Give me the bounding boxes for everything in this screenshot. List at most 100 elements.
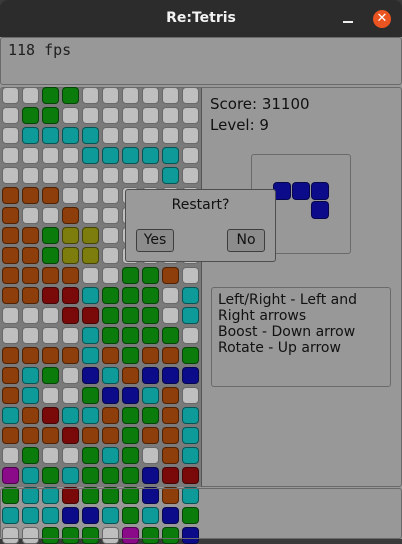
block-cell	[101, 446, 119, 464]
empty-cell	[181, 146, 199, 164]
block-cell	[61, 266, 79, 284]
empty-cell	[81, 166, 99, 184]
empty-cell	[61, 446, 79, 464]
empty-cell	[141, 166, 159, 184]
controls-help-text: Left/Right - Left and Right arrows Boost…	[218, 292, 357, 356]
empty-cell	[41, 446, 59, 464]
block-cell	[81, 226, 99, 244]
empty-cell	[1, 106, 19, 124]
block-cell	[1, 226, 19, 244]
empty-cell	[121, 126, 139, 144]
block-cell	[81, 246, 99, 264]
block-cell	[161, 446, 179, 464]
block-cell	[81, 426, 99, 444]
block-cell	[21, 446, 39, 464]
empty-cell	[181, 86, 199, 104]
fps-bar: 118 fps	[0, 37, 402, 85]
block-cell	[41, 466, 59, 484]
block-cell	[181, 306, 199, 324]
empty-cell	[101, 206, 119, 224]
empty-cell	[101, 86, 119, 104]
empty-cell	[21, 146, 39, 164]
empty-cell	[1, 146, 19, 164]
block-cell	[41, 86, 59, 104]
empty-cell	[141, 126, 159, 144]
block-cell	[101, 346, 119, 364]
block-cell	[121, 426, 139, 444]
empty-cell	[101, 166, 119, 184]
close-icon[interactable]: ✕	[373, 10, 391, 28]
block-cell	[121, 406, 139, 424]
empty-cell	[101, 186, 119, 204]
empty-cell	[1, 326, 19, 344]
block-cell	[21, 106, 39, 124]
block-cell	[1, 386, 19, 404]
block-cell	[141, 286, 159, 304]
block-cell	[41, 106, 59, 124]
empty-cell	[61, 146, 79, 164]
empty-cell	[181, 106, 199, 124]
block-cell	[121, 466, 139, 484]
block-cell	[81, 286, 99, 304]
empty-cell	[41, 326, 59, 344]
block-cell	[101, 286, 119, 304]
block-cell	[121, 446, 139, 464]
block-cell	[161, 426, 179, 444]
block-cell	[81, 326, 99, 344]
empty-cell	[81, 266, 99, 284]
block-cell	[41, 406, 59, 424]
block-cell	[181, 286, 199, 304]
no-button[interactable]: No	[227, 229, 265, 252]
block-cell	[61, 126, 79, 144]
block-cell	[101, 146, 119, 164]
block-cell	[121, 146, 139, 164]
block-cell	[41, 286, 59, 304]
minimize-icon[interactable]	[339, 11, 357, 27]
block-cell	[1, 426, 19, 444]
block-cell	[1, 406, 19, 424]
block-cell	[121, 386, 139, 404]
block-cell	[41, 246, 59, 264]
restart-dialog: Restart? Yes No	[125, 189, 276, 262]
block-cell	[141, 406, 159, 424]
block-cell	[61, 346, 79, 364]
empty-cell	[81, 106, 99, 124]
empty-cell	[161, 106, 179, 124]
empty-cell	[181, 166, 199, 184]
dialog-title: Restart?	[171, 197, 230, 213]
block-cell	[161, 386, 179, 404]
empty-cell	[61, 186, 79, 204]
block-cell	[1, 206, 19, 224]
block-cell	[161, 366, 179, 384]
block-cell	[101, 386, 119, 404]
empty-cell	[101, 246, 119, 264]
block-cell	[41, 186, 59, 204]
block-cell	[161, 266, 179, 284]
block-cell	[41, 226, 59, 244]
empty-cell	[41, 306, 59, 324]
empty-cell	[181, 266, 199, 284]
empty-cell	[61, 326, 79, 344]
empty-cell	[181, 126, 199, 144]
block-cell	[161, 326, 179, 344]
empty-cell	[41, 166, 59, 184]
empty-cell	[101, 266, 119, 284]
block-cell	[61, 466, 79, 484]
block-cell	[141, 146, 159, 164]
block-cell	[141, 366, 159, 384]
empty-cell	[21, 86, 39, 104]
block-cell	[21, 286, 39, 304]
yes-button[interactable]: Yes	[136, 229, 174, 252]
empty-cell	[61, 106, 79, 124]
next-piece-block	[292, 182, 310, 200]
empty-cell	[141, 106, 159, 124]
block-cell	[141, 346, 159, 364]
block-cell	[1, 366, 19, 384]
block-cell	[41, 266, 59, 284]
empty-cell	[101, 126, 119, 144]
block-cell	[1, 346, 19, 364]
block-cell	[141, 466, 159, 484]
block-cell	[181, 366, 199, 384]
block-cell	[161, 146, 179, 164]
block-cell	[81, 386, 99, 404]
